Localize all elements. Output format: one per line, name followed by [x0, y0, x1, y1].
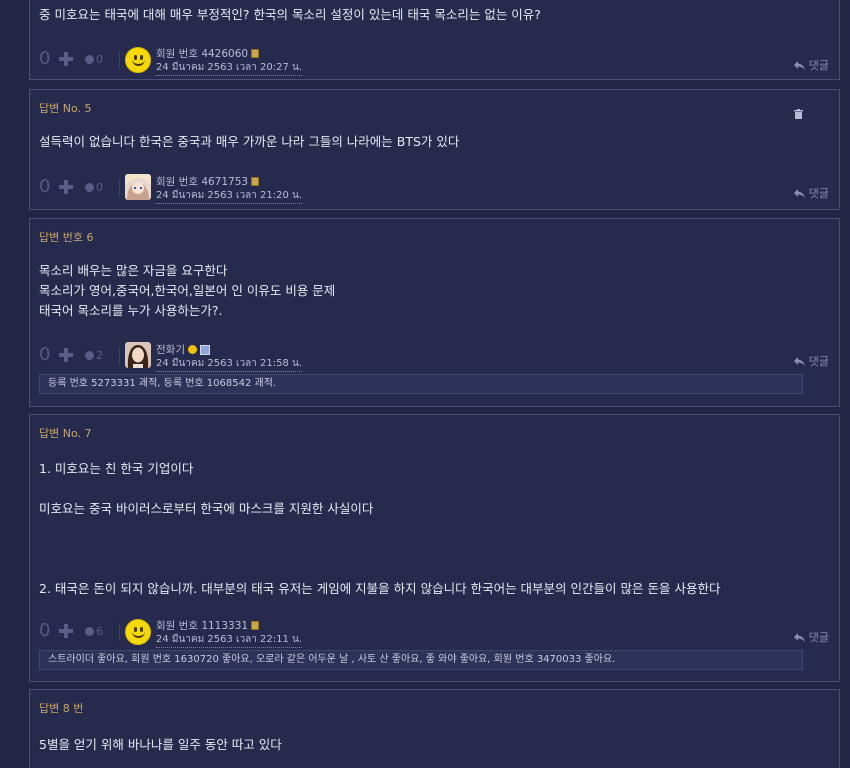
answer-body: 1. 미호요는 친 한국 기업이다 미호요는 중국 바이러스로부터 한국에 마스…	[39, 461, 721, 596]
answer-body: 중 미호요는 태국에 대해 매우 부정적인? 한국의 목소리 설정이 있는데 태…	[39, 7, 541, 22]
username[interactable]: 회원 번호 4671753	[156, 174, 260, 189]
comment-count[interactable]: 0	[85, 53, 103, 66]
avatar[interactable]	[125, 174, 151, 200]
avatar[interactable]	[125, 342, 151, 368]
username[interactable]: 회원 번호 1113331	[156, 618, 260, 633]
answer-meta: 0 2 전화기 24 มีนาคม 2563 เวลา 21:58 น. 댓글	[39, 342, 829, 372]
trash-icon[interactable]	[794, 109, 803, 119]
vote-score: 0	[39, 176, 51, 197]
avatar[interactable]	[125, 619, 151, 645]
reply-icon	[793, 632, 805, 642]
plus-vote-icon[interactable]	[59, 52, 73, 66]
answer-meta: 0 6 회원 번호 1113331 24 มีนาคม 2563 เวลา 22…	[39, 618, 829, 648]
answer-meta: 0 0 회원 번호 4426060 24 มีนาคม 2563 เวลา 20…	[39, 46, 829, 76]
post-date: 24 มีนาคม 2563 เวลา 21:58 น.	[156, 356, 303, 372]
username[interactable]: 전화기	[156, 342, 210, 357]
member-badge-icon	[251, 621, 260, 630]
answer-body: 설득력이 없습니다 한국은 중국과 매우 가까운 나라 그들의 나라에는 BTS…	[39, 134, 460, 149]
vote-score: 0	[39, 344, 51, 365]
reply-button[interactable]: 댓글	[793, 185, 829, 201]
vote-score: 0	[39, 48, 51, 69]
post-date: 24 มีนาคม 2563 เวลา 21:20 น.	[156, 188, 303, 204]
answer-number: 답변 No. 5	[39, 102, 92, 115]
reply-icon	[793, 356, 805, 366]
avatar[interactable]	[125, 47, 151, 73]
member-badge-icon	[251, 177, 260, 186]
reply-button[interactable]: 댓글	[793, 629, 829, 645]
reply-button[interactable]: 댓글	[793, 57, 829, 73]
answer-number: 답변 8 번	[39, 702, 84, 715]
comment-bubble-icon	[85, 183, 94, 192]
emoji-icon	[187, 345, 197, 354]
comment-count[interactable]: 2	[85, 349, 103, 362]
answer-card: 답변 번호 6 목소리 배우는 많은 자금을 요구한다 목소리가 영어,중국어,…	[29, 218, 840, 407]
divider	[119, 623, 120, 641]
answer-body: 목소리 배우는 많은 자금을 요구한다 목소리가 영어,중국어,한국어,일본어 …	[39, 263, 336, 318]
divider	[119, 347, 120, 365]
answer-card: 답변 8 번 5별을 얻기 위해 바나나를 일주 동안 따고 있다	[29, 689, 840, 768]
comment-list[interactable]: 등록 번호 5273331 괘적, 등록 번호 1068542 괘적.	[39, 374, 803, 394]
comment-list[interactable]: 스트라이더 좋아요, 회원 번호 1630720 좋아요, 오로라 같은 어두운…	[39, 650, 803, 670]
comment-bubble-icon	[85, 627, 94, 636]
plus-vote-icon[interactable]	[59, 348, 73, 362]
answer-card: 중 미호요는 태국에 대해 매우 부정적인? 한국의 목소리 설정이 있는데 태…	[29, 0, 840, 80]
reply-button[interactable]: 댓글	[793, 353, 829, 369]
plus-vote-icon[interactable]	[59, 180, 73, 194]
divider	[119, 51, 120, 69]
post-date: 24 มีนาคม 2563 เวลา 20:27 น.	[156, 60, 303, 76]
comment-bubble-icon	[85, 351, 94, 360]
comment-count[interactable]: 6	[85, 625, 103, 638]
reply-icon	[793, 188, 805, 198]
member-badge-icon	[199, 344, 210, 355]
answer-card: 답변 No. 7 1. 미호요는 친 한국 기업이다 미호요는 중국 바이러스로…	[29, 414, 840, 682]
comment-count[interactable]: 0	[85, 181, 103, 194]
divider	[119, 179, 120, 197]
answer-card: 답변 No. 5 설득력이 없습니다 한국은 중국과 매우 가까운 나라 그들의…	[29, 89, 840, 210]
post-date: 24 มีนาคม 2563 เวลา 22:11 น.	[156, 632, 303, 648]
member-badge-icon	[251, 49, 260, 58]
reply-icon	[793, 60, 805, 70]
answer-body: 5별을 얻기 위해 바나나를 일주 동안 따고 있다	[39, 737, 282, 752]
answer-number: 답변 번호 6	[39, 231, 94, 244]
vote-score: 0	[39, 620, 51, 641]
username[interactable]: 회원 번호 4426060	[156, 46, 260, 61]
plus-vote-icon[interactable]	[59, 624, 73, 638]
comment-bubble-icon	[85, 55, 94, 64]
answer-meta: 0 0 회원 번호 4671753 24 มีนาคม 2563 เวลา 21…	[39, 174, 829, 204]
answer-number: 답변 No. 7	[39, 427, 92, 440]
